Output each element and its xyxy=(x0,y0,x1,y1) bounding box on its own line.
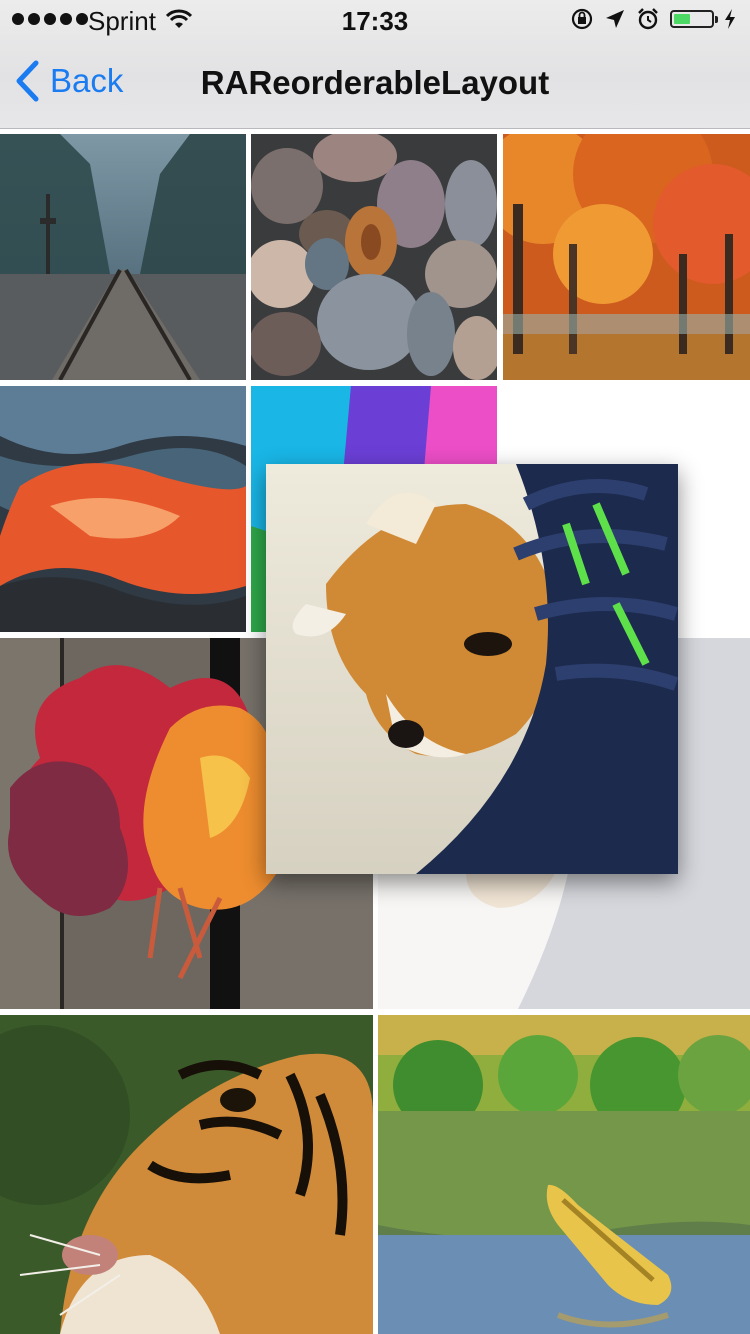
dragging-cell-dog-and-shoe[interactable] xyxy=(266,464,678,874)
status-bar: Sprint 17:33 xyxy=(0,0,750,40)
grid-cell-lava[interactable] xyxy=(0,386,246,632)
tiger-photo xyxy=(0,1015,373,1334)
lava-photo xyxy=(0,386,246,632)
grid-cell-railroad-tracks[interactable] xyxy=(0,134,246,380)
grid-cell-canoe-lake[interactable] xyxy=(378,1015,750,1334)
autumn-trees-photo xyxy=(503,134,750,380)
alarm-icon xyxy=(638,8,658,30)
page-title: RAReorderableLayout xyxy=(200,64,550,101)
rotation-lock-icon xyxy=(571,8,593,30)
charging-bolt-icon xyxy=(725,9,735,29)
grid-cell-tiger[interactable] xyxy=(0,1015,373,1334)
grid-cell-autumn-trees[interactable] xyxy=(503,134,750,380)
pebbles-photo xyxy=(251,134,497,380)
navigation-bar: Back RAReorderableLayout xyxy=(0,40,750,128)
location-arrow-icon xyxy=(606,10,624,28)
canoe-lake-photo xyxy=(378,1015,750,1334)
grid-cell-pebbles[interactable] xyxy=(251,134,497,380)
battery-icon xyxy=(670,10,718,28)
navigation-header: Sprint 17:33 Back RAReorderableLayout xyxy=(0,0,750,129)
railroad-tracks-photo xyxy=(0,134,246,380)
dog-and-shoe-photo xyxy=(266,464,678,874)
